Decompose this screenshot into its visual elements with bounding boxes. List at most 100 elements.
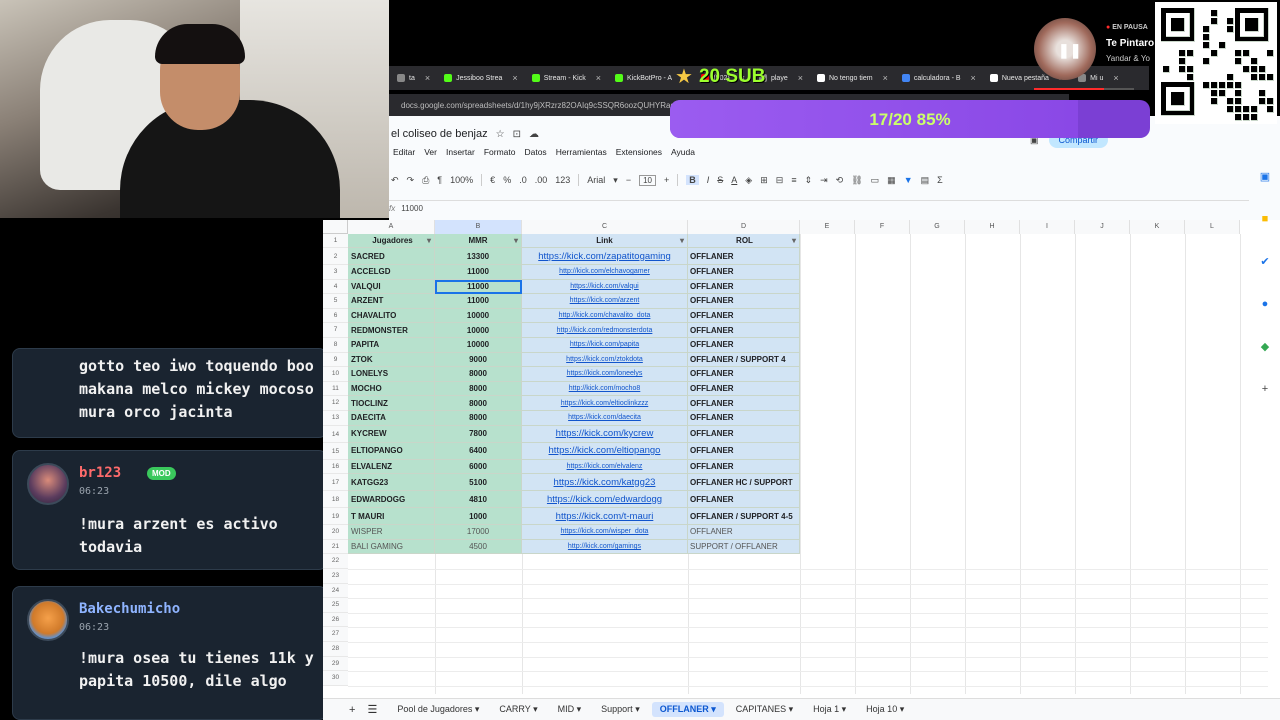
decrease-decimal-button[interactable]: .0 <box>519 175 527 185</box>
role-cell[interactable]: OFFLANER <box>688 338 800 353</box>
link-cell[interactable]: https://kick.com/kycrew <box>522 425 688 443</box>
calendar-icon[interactable]: ▣ <box>1260 170 1270 183</box>
mmr-cell[interactable]: 8000 <box>435 396 522 411</box>
role-cell[interactable]: OFFLANER <box>688 525 800 540</box>
chat-username[interactable]: Bakechumicho <box>79 601 180 617</box>
rotate-icon[interactable]: ⟲ <box>836 175 844 186</box>
mmr-cell[interactable]: 11000 <box>435 279 522 295</box>
row-header[interactable]: 4 <box>323 279 348 295</box>
player-name-cell[interactable]: ACCELGD <box>348 265 435 280</box>
strikethrough-button[interactable]: S <box>717 175 723 185</box>
row-header[interactable]: 6 <box>323 308 348 324</box>
role-cell[interactable]: OFFLANER <box>688 442 800 460</box>
menu-item[interactable]: Formato <box>484 147 516 157</box>
mmr-cell[interactable]: 11000 <box>435 294 522 309</box>
column-header[interactable]: D <box>688 220 800 234</box>
formula-input[interactable]: 11000 <box>401 204 423 213</box>
column-header[interactable]: L <box>1185 220 1240 234</box>
keep-icon[interactable]: ■ <box>1262 213 1269 225</box>
row-header[interactable]: 22 <box>323 554 348 569</box>
increase-decimal-button[interactable]: .00 <box>535 175 548 185</box>
link-cell[interactable]: https://kick.com/eltioclinkzzz <box>522 396 688 411</box>
menu-item[interactable]: Ayuda <box>671 147 695 157</box>
link-cell[interactable]: https://kick.com/arzent <box>522 294 688 309</box>
filter-icon[interactable]: ▾ <box>792 236 796 245</box>
row-header[interactable]: 9 <box>323 352 348 368</box>
row-header[interactable]: 29 <box>323 656 348 672</box>
header-cell[interactable]: Jugadores ▾ <box>348 234 435 248</box>
close-icon[interactable]: × <box>596 73 601 83</box>
row-header[interactable]: 3 <box>323 265 348 280</box>
player-name-cell[interactable]: WISPER <box>348 525 435 540</box>
role-cell[interactable]: SUPPORT / OFFLANER <box>688 539 800 555</box>
cloud-status-icon[interactable]: ☁ <box>529 129 539 140</box>
mmr-cell[interactable]: 7800 <box>435 425 522 443</box>
link-cell[interactable]: http://kick.com/elchavogamer <box>522 265 688 280</box>
filter-icon[interactable]: ▾ <box>514 236 518 245</box>
mmr-cell[interactable]: 6400 <box>435 442 522 460</box>
player-name-cell[interactable]: SACRED <box>348 248 435 265</box>
menu-item[interactable]: Herramientas <box>556 147 607 157</box>
mmr-cell[interactable]: 10000 <box>435 308 522 324</box>
zoom-select[interactable]: 100% <box>450 175 473 185</box>
role-cell[interactable]: OFFLANER / SUPPORT 4-5 <box>688 508 800 526</box>
link-cell[interactable]: http://kick.com/chavalito_dota <box>522 308 688 324</box>
doc-title[interactable]: el coliseo de benjaz <box>391 128 488 140</box>
merge-cells-icon[interactable]: ⊟ <box>776 175 784 186</box>
role-cell[interactable]: OFFLANER <box>688 279 800 295</box>
row-header[interactable]: 1 <box>323 234 348 248</box>
star-icon[interactable]: ☆ <box>496 129 505 140</box>
number-format-button[interactable]: 123 <box>555 175 570 185</box>
valign-icon[interactable]: ⇕ <box>805 175 813 186</box>
role-cell[interactable]: OFFLANER HC / SUPPORT <box>688 474 800 492</box>
role-cell[interactable]: OFFLANER <box>688 459 800 475</box>
link-cell[interactable]: https://kick.com/papita <box>522 338 688 353</box>
row-header[interactable]: 26 <box>323 612 348 628</box>
align-icon[interactable]: ≡ <box>791 175 796 185</box>
font-size-input[interactable]: 10 <box>639 174 656 186</box>
row-header[interactable]: 13 <box>323 411 348 426</box>
close-icon[interactable]: × <box>883 73 888 83</box>
role-cell[interactable]: OFFLANER <box>688 308 800 324</box>
close-icon[interactable]: × <box>971 73 976 83</box>
browser-tab[interactable]: calculadora - B × <box>896 68 982 88</box>
column-header[interactable]: I <box>1020 220 1075 234</box>
row-header[interactable]: 18 <box>323 491 348 509</box>
select-all-corner[interactable] <box>323 220 348 234</box>
sheet-tab[interactable]: Pool de Jugadores ▾ <box>389 702 487 717</box>
mmr-cell[interactable]: 4810 <box>435 491 522 509</box>
redo-icon[interactable]: ↷ <box>407 175 415 186</box>
link-cell[interactable]: https://kick.com/eltiopango <box>522 442 688 460</box>
currency-button[interactable]: € <box>490 175 495 185</box>
mmr-cell[interactable]: 9000 <box>435 352 522 368</box>
link-cell[interactable]: https://kick.com/ztokdota <box>522 352 688 368</box>
close-icon[interactable]: × <box>798 73 803 83</box>
chevron-down-icon[interactable]: ▾ <box>531 704 538 714</box>
player-name-cell[interactable]: EDWARDOGG <box>348 491 435 509</box>
close-icon[interactable]: × <box>512 73 517 83</box>
chevron-down-icon[interactable]: ▾ <box>839 704 847 714</box>
fill-color-icon[interactable]: ◈ <box>745 175 752 186</box>
link-cell[interactable]: http://kick.com/redmonsterdota <box>522 323 688 338</box>
player-name-cell[interactable]: CHAVALITO <box>348 308 435 324</box>
menu-item[interactable]: Insertar <box>446 147 475 157</box>
font-select[interactable]: Arial <box>587 175 605 185</box>
column-header[interactable]: A <box>348 220 435 234</box>
filter-icon[interactable]: ▼ <box>904 175 913 185</box>
chevron-down-icon[interactable]: ▾ <box>633 704 640 714</box>
plus-icon[interactable]: + <box>664 175 669 185</box>
row-header[interactable]: 17 <box>323 474 348 492</box>
row-header[interactable]: 16 <box>323 459 348 475</box>
row-header[interactable]: 20 <box>323 525 348 540</box>
menu-item[interactable]: Extensiones <box>616 147 662 157</box>
comment-icon[interactable]: ▭ <box>871 175 880 186</box>
add-addon-icon[interactable]: + <box>1262 383 1268 395</box>
menu-item[interactable]: Editar <box>393 147 415 157</box>
player-name-cell[interactable]: PAPITA <box>348 338 435 353</box>
player-name-cell[interactable]: DAECITA <box>348 411 435 426</box>
mmr-cell[interactable]: 8000 <box>435 367 522 382</box>
chevron-down-icon[interactable]: ▾ <box>897 704 905 714</box>
row-header[interactable]: 23 <box>323 569 348 584</box>
column-header[interactable]: G <box>910 220 965 234</box>
row-header[interactable]: 28 <box>323 642 348 657</box>
